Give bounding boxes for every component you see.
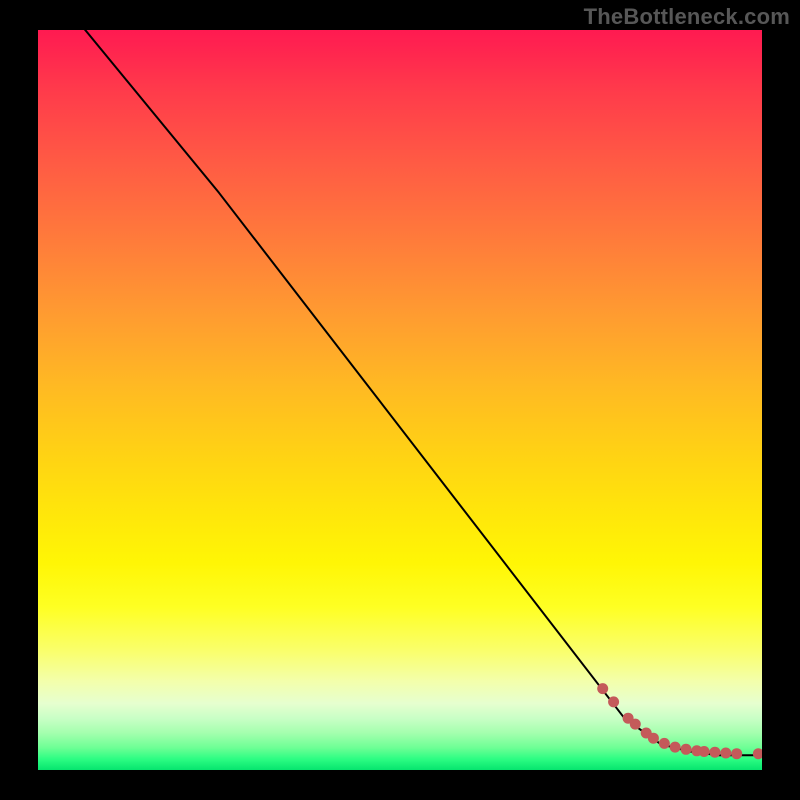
optimal-point: [630, 719, 641, 730]
optimal-points-group: [597, 683, 762, 759]
bottleneck-curve: [67, 30, 762, 755]
chart-stage: TheBottleneck.com: [0, 0, 800, 800]
optimal-point: [608, 696, 619, 707]
watermark-text: TheBottleneck.com: [584, 4, 790, 30]
optimal-point: [709, 747, 720, 758]
optimal-point: [720, 748, 731, 759]
optimal-point: [681, 744, 692, 755]
optimal-point: [597, 683, 608, 694]
plot-area: [38, 30, 762, 770]
chart-overlay: [38, 30, 762, 770]
optimal-point: [659, 738, 670, 749]
optimal-point: [753, 748, 762, 759]
optimal-point: [731, 748, 742, 759]
optimal-point: [699, 746, 710, 757]
optimal-point: [648, 733, 659, 744]
optimal-point: [670, 742, 681, 753]
